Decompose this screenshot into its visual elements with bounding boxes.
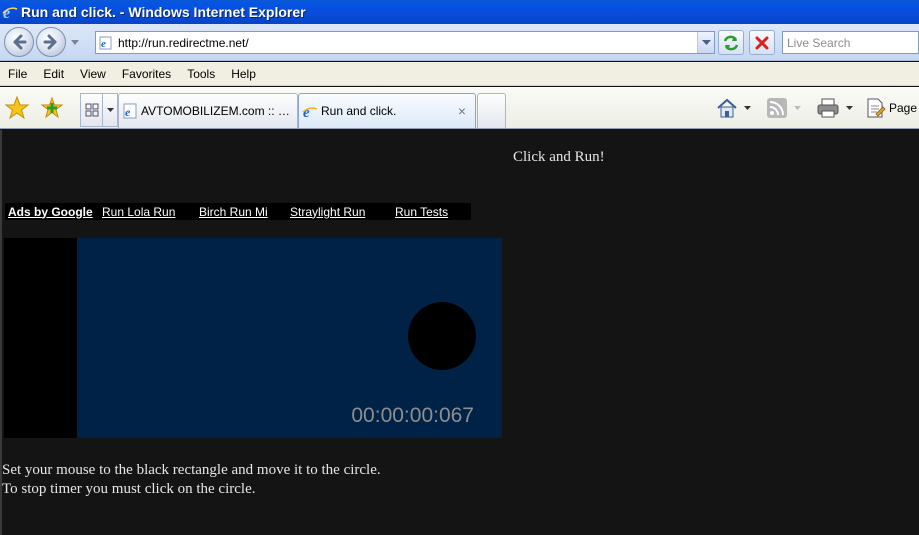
home-button[interactable] — [716, 95, 751, 121]
menu-edit[interactable]: Edit — [35, 67, 72, 81]
home-icon — [717, 98, 737, 118]
svg-text:e: e — [101, 38, 106, 50]
grid-icon — [85, 103, 98, 117]
close-icon — [755, 36, 769, 49]
svg-text:e: e — [125, 105, 131, 119]
recent-pages-dropdown-icon[interactable] — [70, 37, 80, 47]
stop-button[interactable] — [749, 30, 775, 55]
feeds-button[interactable] — [766, 95, 801, 121]
ie-logo-icon: e — [2, 5, 18, 20]
timer-display: 00:00:00:067 — [351, 404, 474, 427]
rss-feed-icon — [767, 98, 787, 118]
menu-help[interactable]: Help — [223, 67, 264, 81]
printer-icon — [817, 98, 839, 118]
page-icon — [867, 98, 886, 118]
target-circle[interactable] — [408, 302, 476, 370]
back-arrow-icon — [13, 34, 27, 50]
play-field: 00:00:00:067 — [77, 238, 502, 438]
game-area: 00:00:00:067 — [4, 238, 502, 438]
tab-command-bar: e AVTOMOBILIZEM.com :: Pogl... e Run and… — [0, 87, 919, 129]
page-content: Click and Run! Ads by Google Run Lola Ru… — [0, 130, 919, 535]
add-favorite-icon — [40, 96, 64, 119]
chevron-down-icon — [846, 106, 853, 110]
tab-run-and-click[interactable]: e Run and click. × — [298, 93, 476, 128]
instruction-line-2: To stop timer you must click on the circ… — [2, 481, 256, 497]
favorites-center-button[interactable] — [4, 95, 30, 121]
add-to-favorites-button[interactable] — [39, 95, 65, 121]
page-favicon-icon: e — [99, 36, 112, 50]
address-bar[interactable]: e http://run.redirectme.net/ — [95, 31, 715, 54]
refresh-button[interactable] — [718, 30, 744, 55]
close-tab-icon[interactable]: × — [455, 103, 469, 119]
window-titlebar: e Run and click. - Windows Internet Expl… — [0, 0, 919, 24]
ads-bar: Ads by Google Run Lola Run Birch Run Mi … — [5, 203, 471, 220]
menu-bar: File Edit View Favorites Tools Help — [0, 62, 919, 86]
tab-label: AVTOMOBILIZEM.com :: Pogl... — [141, 104, 297, 118]
quick-tabs-button[interactable] — [80, 93, 103, 127]
ad-link-straylight-run[interactable]: Straylight Run — [290, 205, 365, 219]
chevron-down-icon — [106, 108, 114, 112]
window-title: Run and click. - Windows Internet Explor… — [21, 4, 306, 20]
menu-file[interactable]: File — [0, 67, 35, 81]
ad-link-run-tests[interactable]: Run Tests — [395, 205, 448, 219]
menu-favorites[interactable]: Favorites — [114, 67, 179, 81]
instruction-line-1: Set your mouse to the black rectangle an… — [2, 462, 381, 478]
print-button[interactable] — [816, 95, 853, 121]
page-heading: Click and Run! — [513, 149, 605, 165]
page-menu-label: Page — [889, 101, 918, 115]
ad-link-birch-run-mi[interactable]: Birch Run Mi — [199, 205, 268, 219]
address-toolbar: e http://run.redirectme.net/ Live Search — [0, 24, 919, 61]
chevron-down-icon — [701, 39, 711, 45]
forward-button[interactable] — [36, 27, 66, 57]
star-icon — [5, 96, 29, 120]
tab-list-button[interactable] — [103, 93, 118, 127]
chevron-down-icon — [794, 106, 801, 110]
page-menu-button[interactable]: Page — [864, 95, 917, 121]
start-rectangle[interactable] — [4, 238, 77, 438]
page-favicon-icon: e — [123, 103, 137, 119]
url-text[interactable]: http://run.redirectme.net/ — [118, 36, 697, 50]
address-dropdown-button[interactable] — [697, 32, 714, 53]
ie-page-icon: e — [302, 105, 318, 119]
menu-view[interactable]: View — [72, 67, 114, 81]
new-tab-button[interactable] — [477, 93, 506, 128]
chevron-down-icon — [744, 106, 751, 110]
forward-arrow-icon — [43, 34, 57, 50]
search-input[interactable]: Live Search — [782, 31, 919, 54]
tab-label: Run and click. — [321, 104, 397, 118]
menu-tools[interactable]: Tools — [179, 67, 223, 81]
ad-link-run-lola-run[interactable]: Run Lola Run — [102, 205, 175, 219]
tab-avtomobilizem[interactable]: e AVTOMOBILIZEM.com :: Pogl... — [118, 93, 298, 128]
refresh-icon — [723, 35, 739, 50]
back-button[interactable] — [4, 27, 34, 57]
ads-by-google-link[interactable]: Ads by Google — [8, 205, 93, 219]
